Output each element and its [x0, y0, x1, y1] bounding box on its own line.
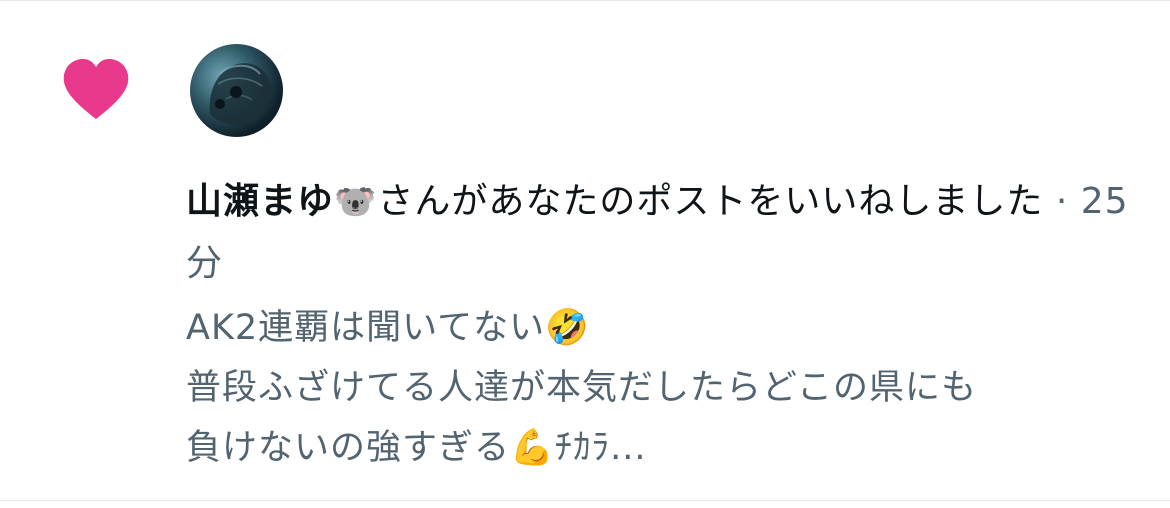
heart-icon [63, 59, 129, 119]
notification-headline: 山瀬まゆ🐨さんがあなたのポストをいいねしました · 25分 [186, 171, 1146, 295]
avatar-image [209, 63, 272, 126]
username[interactable]: 山瀬まゆ [186, 181, 334, 222]
post-line: 負けないの強すぎる💪ﾁｶﾗ... [186, 428, 647, 468]
bottom-divider [0, 500, 1170, 501]
separator: · [1055, 181, 1069, 222]
like-notification[interactable]: 山瀬まゆ🐨さんがあなたのポストをいいねしました · 25分 AK2連覇は聞いてな… [0, 1, 1170, 500]
avatar[interactable] [190, 44, 283, 137]
action-text: さんがあなたのポストをいいねしました [377, 181, 1044, 222]
post-line: AK2連覇は聞いてない🤣 [186, 308, 590, 348]
koala-emoji-icon: 🐨 [334, 182, 378, 222]
post-line: 普段ふざけてる人達が本気だしたらどこの県にも [186, 368, 977, 408]
liked-post-text[interactable]: AK2連覇は聞いてない🤣 普段ふざけてる人達が本気だしたらどこの県にも 負けない… [186, 298, 1146, 478]
